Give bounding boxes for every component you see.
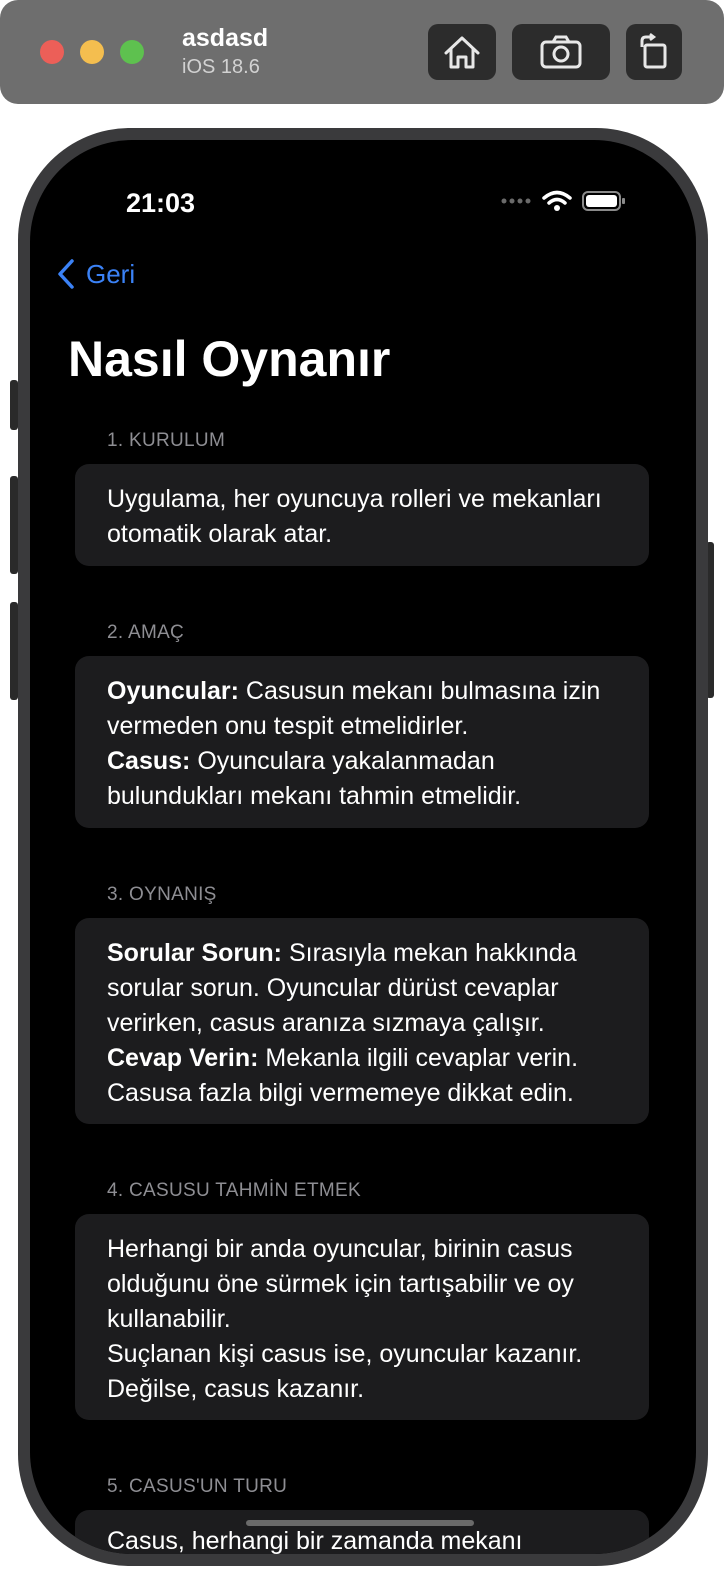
volume-up-button: [10, 476, 18, 574]
section-header: 2. AMAÇ: [107, 622, 185, 643]
paragraph-bold: Sorular Sorun:: [107, 939, 283, 967]
cellular-icon: [501, 198, 531, 204]
section-header: 5. CASUS'UN TURU: [107, 1476, 288, 1497]
rotate-icon: [640, 33, 667, 69]
section-card: Uygulama, her oyuncuya rolleri ve mekanl…: [75, 464, 649, 566]
device-name: asdasd: [182, 24, 269, 52]
chevron-left-icon: [58, 259, 74, 289]
zoom-window-button[interactable]: [120, 40, 144, 64]
paragraph-text: Suçlanan kişi casus ise, oyuncular kazan…: [107, 1340, 583, 1403]
home-button[interactable]: [428, 24, 496, 80]
section-header: 4. CASUSU TAHMİN ETMEK: [107, 1180, 361, 1201]
section-card: Herhangi bir anda oyuncular, birinin cas…: [75, 1214, 649, 1420]
home-indicator[interactable]: [246, 1520, 474, 1526]
home-icon: [444, 36, 480, 69]
section-card: Oyuncular: Casusun mekanı bulmasına izin…: [75, 656, 649, 828]
paragraph-bold: Cevap Verin:: [107, 1044, 259, 1072]
paragraph: Oyuncular: Casusun mekanı bulmasına izin…: [107, 674, 617, 744]
paragraph-text: Uygulama, her oyuncuya rolleri ve mekanl…: [107, 485, 602, 548]
paragraph: Uygulama, her oyuncuya rolleri ve mekanl…: [107, 482, 617, 552]
simulator-toolbar: asdasd iOS 18.6: [0, 0, 724, 104]
minimize-window-button[interactable]: [80, 40, 104, 64]
rotate-button[interactable]: [626, 24, 682, 80]
paragraph: Suçlanan kişi casus ise, oyuncular kazan…: [107, 1337, 617, 1407]
close-window-button[interactable]: [40, 40, 64, 64]
paragraph-text: Casus, herhangi bir zamanda mekanı: [107, 1527, 523, 1554]
camera-icon: [540, 35, 582, 69]
paragraph: Cevap Verin: Mekanla ilgili cevaplar ver…: [107, 1041, 617, 1111]
volume-down-button: [10, 602, 18, 700]
phone-screen: 21:03 Geri Nasıl Oynanır 1. KURULUM Uygu…: [30, 140, 696, 1554]
back-button[interactable]: Geri: [56, 258, 135, 290]
paragraph: Herhangi bir anda oyuncular, birinin cas…: [107, 1232, 617, 1337]
section-card: Casus, herhangi bir zamanda mekanı: [75, 1510, 649, 1554]
paragraph: Casus: Oyunculara yakalanmadan bulundukl…: [107, 744, 617, 814]
wifi-icon: [542, 190, 572, 211]
status-icons: [500, 190, 626, 212]
page-title: Nasıl Oynanır: [68, 331, 391, 387]
back-label: Geri: [86, 258, 136, 289]
screenshot-button[interactable]: [512, 24, 610, 80]
section-card: Sorular Sorun: Sırasıyla mekan hakkında …: [75, 918, 649, 1124]
paragraph: Casus, herhangi bir zamanda mekanı: [107, 1524, 617, 1554]
paragraph-text: Herhangi bir anda oyuncular, birinin cas…: [107, 1235, 574, 1333]
paragraph-bold: Casus:: [107, 747, 191, 775]
battery-icon: [582, 191, 625, 211]
status-time: 21:03: [126, 188, 196, 218]
action-button: [10, 380, 18, 430]
section-header: 3. OYNANIŞ: [107, 884, 217, 905]
paragraph-bold: Oyuncular:: [107, 677, 239, 705]
paragraph: Sorular Sorun: Sırasıyla mekan hakkında …: [107, 936, 617, 1041]
os-version: iOS 18.6: [182, 56, 260, 78]
section-header: 1. KURULUM: [107, 430, 226, 451]
